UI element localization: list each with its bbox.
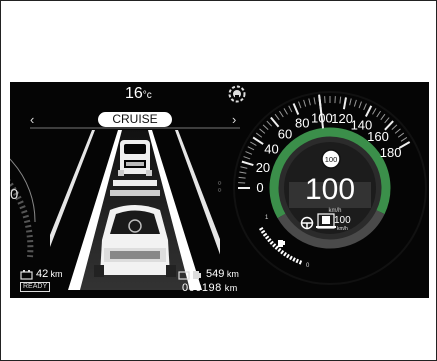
speed-scale-label: 180 (380, 145, 402, 160)
distance-bar-1 (113, 180, 157, 186)
speed-tick (384, 117, 390, 124)
speed-tick (380, 113, 386, 121)
speed-scale-label: 0 (256, 180, 263, 195)
lead-vehicle (118, 140, 152, 176)
speed-tick (400, 137, 408, 142)
speed-tick (266, 120, 273, 127)
speed-tick (252, 136, 264, 145)
speed-tick (363, 103, 367, 111)
speed-scale-label: 80 (295, 116, 309, 131)
speed-tick (262, 124, 269, 131)
speed-scale-label: 160 (367, 129, 389, 144)
speed-tick (247, 146, 255, 151)
adas-road-scene (50, 130, 220, 290)
speed-limit-value: 100 (325, 155, 338, 164)
speed-tick (358, 101, 362, 109)
fuel-pump-icon (278, 240, 285, 247)
speed-tick (308, 98, 311, 106)
speed-tick (241, 160, 254, 167)
speed-tick (303, 99, 307, 107)
speed-tick (270, 116, 280, 128)
range-left-value: 42 (36, 268, 49, 280)
speed-tick (274, 113, 280, 121)
speed-tick (372, 108, 377, 115)
speed-scale-label: 100 (311, 110, 333, 125)
speed-tick (250, 141, 257, 146)
speed-tick (283, 108, 288, 115)
speed-tick (245, 151, 253, 155)
odometer-value: 000198 (182, 282, 222, 294)
fuel-full-mark: 1 (265, 215, 269, 221)
speedometer: 100 100 km/h 100 km/h 1 0 020406080 1001… (233, 91, 427, 285)
speed-tick (342, 97, 347, 110)
speed-tick (394, 128, 401, 134)
speed-tick (313, 97, 316, 105)
speed-tick (240, 166, 248, 169)
distance-bar-2 (110, 190, 160, 196)
speed-tick (391, 124, 398, 131)
speed-tick (288, 105, 293, 113)
range-left-unit: km (50, 269, 63, 279)
drive-mode-label[interactable]: CRUISE (98, 112, 172, 127)
temperature-unit: °c (142, 90, 152, 101)
temperature-value: 16 (125, 85, 143, 102)
speed-tick (239, 171, 247, 174)
speed-tick (255, 132, 263, 138)
speed-tick (298, 101, 302, 109)
current-speed: 100 (305, 173, 355, 206)
speed-scale-label: 20 (256, 160, 270, 175)
speed-scale-label: 40 (264, 142, 278, 157)
speed-tick (349, 98, 352, 106)
battery-fuel-icons (178, 271, 201, 280)
speed-tick (243, 156, 251, 160)
cruise-set-unit: km/h (337, 226, 348, 232)
left-gauge-zero: 0 (10, 186, 19, 203)
speed-tick (365, 105, 373, 117)
speed-scale-label: 60 (278, 126, 292, 141)
ready-indicator: READY (20, 282, 51, 292)
speed-tick (397, 132, 405, 138)
battery-icon (20, 270, 33, 280)
speed-tick (353, 99, 357, 107)
instrument-cluster: 16°c ‹ › CRUISE 0 42 km READY 549 km 000… (10, 82, 429, 298)
speed-tick (292, 103, 300, 115)
speed-tick (259, 128, 266, 134)
screenshot-frame: 16°c ‹ › CRUISE 0 42 km READY 549 km 000… (0, 0, 437, 361)
speed-unit: km/h (328, 208, 341, 214)
speed-tick (376, 110, 381, 118)
speed-tick (238, 176, 246, 179)
range-left: 42 km (36, 268, 62, 280)
speed-tick (279, 110, 284, 118)
cruise-set-speed: 100 (334, 215, 351, 226)
speed-tick (339, 96, 342, 104)
fuel-empty-mark: 0 (306, 263, 310, 269)
outside-temperature: 16°c (125, 85, 152, 103)
